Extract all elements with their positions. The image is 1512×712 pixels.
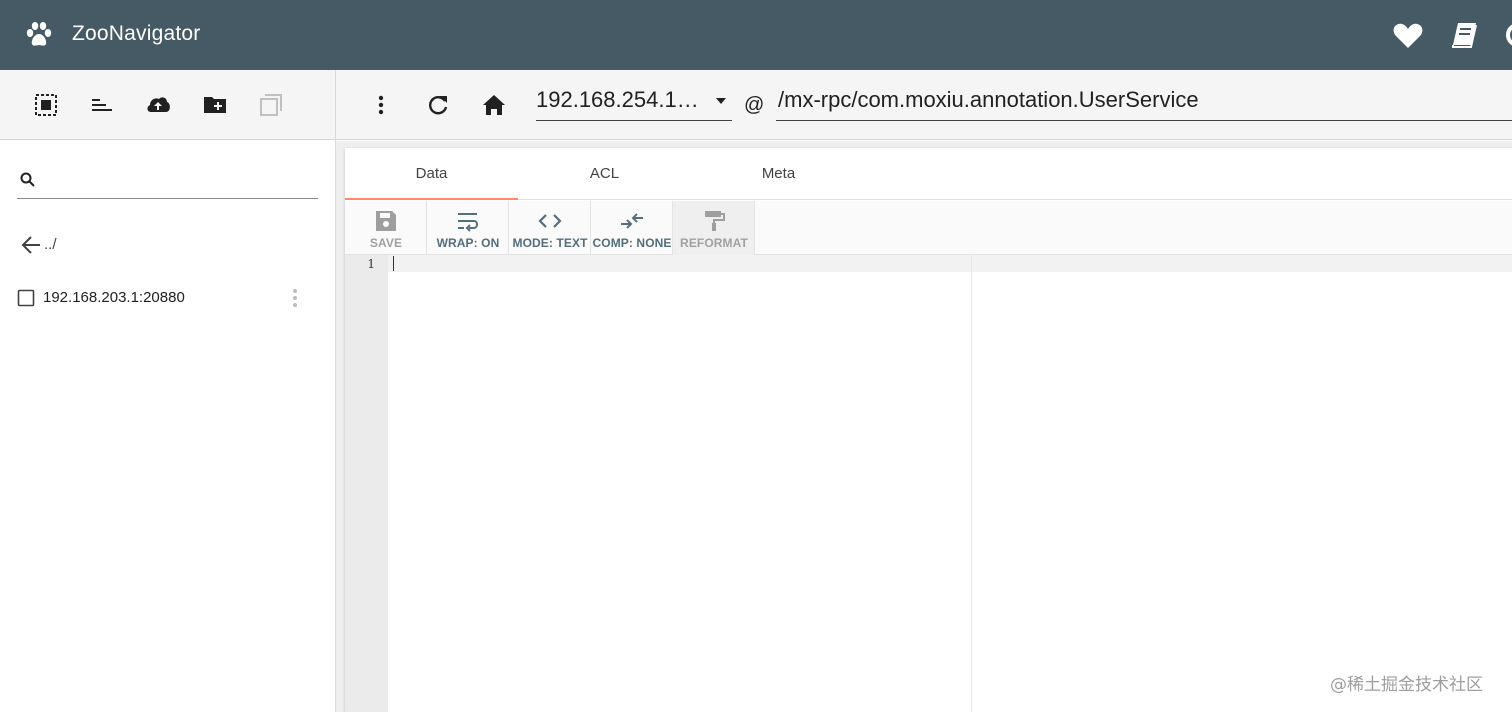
main-toolbar: 192.168.254.10... @ /mx-rpc/com.moxiu.an…	[336, 70, 1512, 140]
compression-toggle-button[interactable]: COMP: NONE	[591, 201, 673, 255]
parent-node-label: ../	[44, 236, 57, 253]
active-line-highlight	[345, 255, 1512, 272]
tab-bar: Data ACL Meta	[345, 148, 1512, 200]
at-separator: @	[744, 94, 765, 116]
heart-icon[interactable]	[1392, 20, 1424, 50]
editor-gutter: 1	[345, 255, 388, 712]
sort-icon[interactable]	[89, 92, 115, 118]
path-value: /mx-rpc/com.moxiu.annotation.UserService	[778, 87, 1199, 112]
tree-panel: ../ 192.168.203.1:20880	[0, 141, 335, 712]
wrap-label: WRAP: ON	[436, 236, 500, 250]
paw-icon[interactable]	[24, 21, 54, 49]
compress-icon	[621, 213, 643, 229]
parent-node-link[interactable]: ../	[18, 232, 218, 258]
reformat-button[interactable]: REFORMAT	[673, 201, 755, 255]
search-field	[17, 167, 318, 199]
reformat-label: REFORMAT	[680, 236, 748, 250]
duplicate-icon	[260, 94, 282, 116]
save-button[interactable]: SAVE	[345, 201, 427, 255]
mode-label: MODE: TEXT	[512, 236, 588, 250]
wrap-toggle-button[interactable]: WRAP: ON	[427, 201, 509, 255]
tab-acl[interactable]: ACL	[518, 148, 691, 200]
tree-node-item[interactable]: 192.168.203.1:20880	[17, 285, 317, 311]
print-margin	[971, 255, 972, 712]
line-number: 1	[367, 257, 375, 271]
connection-value: 192.168.254.10...	[536, 87, 706, 112]
node-label: 192.168.203.1:20880	[43, 289, 185, 306]
node-checkbox[interactable]	[17, 289, 35, 307]
connection-select[interactable]: 192.168.254.10...	[536, 84, 732, 121]
home-icon[interactable]	[481, 92, 507, 118]
node-editor-card: Data ACL Meta SAVE WRAP: ON MODE: TEXT C…	[345, 148, 1512, 712]
upload-icon[interactable]	[145, 92, 171, 118]
search-icon	[20, 172, 35, 187]
wrap-text-icon	[458, 213, 478, 232]
refresh-icon[interactable]	[425, 92, 451, 118]
code-icon	[538, 214, 562, 228]
app-title: ZooNavigator	[72, 22, 201, 45]
code-editor[interactable]: 1	[345, 255, 1512, 712]
github-icon[interactable]	[1503, 20, 1512, 50]
create-folder-icon[interactable]	[202, 92, 228, 118]
search-input[interactable]	[45, 169, 315, 195]
arrow-back-icon	[21, 236, 40, 254]
app-bar: ZooNavigator	[0, 0, 1512, 70]
editor-toolbar: SAVE WRAP: ON MODE: TEXT COMP: NONE REFO…	[345, 201, 1512, 255]
watermark: @稀土掘金技术社区	[1330, 675, 1483, 695]
mode-toggle-button[interactable]: MODE: TEXT	[509, 201, 591, 255]
text-cursor	[393, 256, 394, 271]
tree-toolbar	[0, 70, 336, 140]
compression-label: COMP: NONE	[592, 236, 672, 250]
chevron-down-icon	[716, 98, 726, 104]
more-vert-icon[interactable]	[368, 92, 394, 118]
path-field[interactable]: /mx-rpc/com.moxiu.annotation.UserService	[776, 84, 1512, 121]
select-all-icon[interactable]	[33, 92, 59, 118]
tab-meta[interactable]: Meta	[692, 148, 865, 200]
save-label: SAVE	[369, 236, 403, 250]
book-icon[interactable]	[1449, 20, 1479, 50]
save-icon	[376, 211, 396, 231]
format-paint-icon	[705, 211, 725, 231]
more-vert-icon[interactable]	[285, 286, 305, 310]
tab-data[interactable]: Data	[345, 148, 518, 200]
